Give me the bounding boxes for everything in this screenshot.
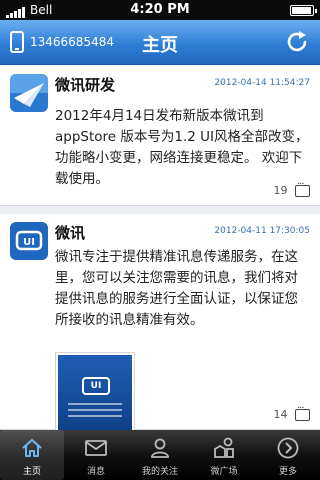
- feed-list[interactable]: 微讯研发 2012-04-14 11:54:27 2012年4月14日发布新版本…: [0, 66, 320, 430]
- status-bar: Bell 4:20 PM: [0, 0, 320, 20]
- page-title: 主页: [142, 35, 178, 56]
- tab-label: 更多: [278, 467, 297, 477]
- tab-following[interactable]: 我的关注: [128, 430, 192, 480]
- attached-image[interactable]: UI: [55, 352, 135, 430]
- tab-home[interactable]: 主页: [0, 430, 64, 480]
- battery-icon: [290, 5, 317, 16]
- tab-label: 我的关注: [141, 467, 178, 477]
- tab-label: 主页: [22, 467, 41, 477]
- feed-item[interactable]: UI 微讯 2012-04-11 17:30:05 微讯专注于提供精准讯息传递服…: [0, 214, 320, 430]
- comment-count: 14: [273, 408, 288, 421]
- feed-item-body: 微讯专注于提供精准讯息传递服务，在这里，您可以关注您需要的讯息，我们将对提供讯息…: [55, 249, 298, 328]
- plaza-icon: [214, 437, 234, 458]
- comment-button[interactable]: 19: [273, 179, 310, 197]
- avatar[interactable]: UI: [10, 222, 48, 260]
- feed-item-title[interactable]: 微讯研发: [55, 74, 115, 95]
- comment-count: 19: [273, 184, 288, 197]
- feed-item[interactable]: 微讯研发 2012-04-14 11:54:27 2012年4月14日发布新版本…: [0, 66, 320, 206]
- clock: 4:20 PM: [130, 2, 190, 17]
- tab-bar: 主页 消息 我的关注 微广场 更多: [0, 430, 320, 480]
- comment-button[interactable]: 14: [273, 403, 310, 421]
- thumb-logo: UI: [82, 377, 110, 395]
- person-icon: [151, 438, 169, 458]
- tab-more[interactable]: 更多: [256, 430, 320, 480]
- tab-label: 消息: [86, 467, 105, 477]
- feed-item-title[interactable]: 微讯: [55, 222, 85, 243]
- refresh-icon[interactable]: [284, 29, 310, 55]
- more-icon: [277, 437, 299, 459]
- svg-text:UI: UI: [23, 237, 35, 248]
- home-icon: [22, 439, 42, 457]
- feed-item-body: 2012年4月14日发布新版本微讯到appStore 版本号为1.2 UI风格全…: [55, 108, 309, 187]
- tab-plaza[interactable]: 微广场: [192, 430, 256, 480]
- tab-label: 微广场: [210, 467, 238, 477]
- feed-item-time: 2012-04-14 11:54:27: [214, 78, 310, 88]
- nav-header: 13466685484 主页: [0, 20, 320, 65]
- tab-messages[interactable]: 消息: [64, 430, 128, 480]
- feed-item-time: 2012-04-11 17:30:05: [214, 226, 310, 236]
- envelope-icon: [85, 440, 107, 456]
- comment-icon: [295, 403, 310, 421]
- comment-icon: [295, 179, 310, 197]
- avatar[interactable]: [10, 74, 48, 112]
